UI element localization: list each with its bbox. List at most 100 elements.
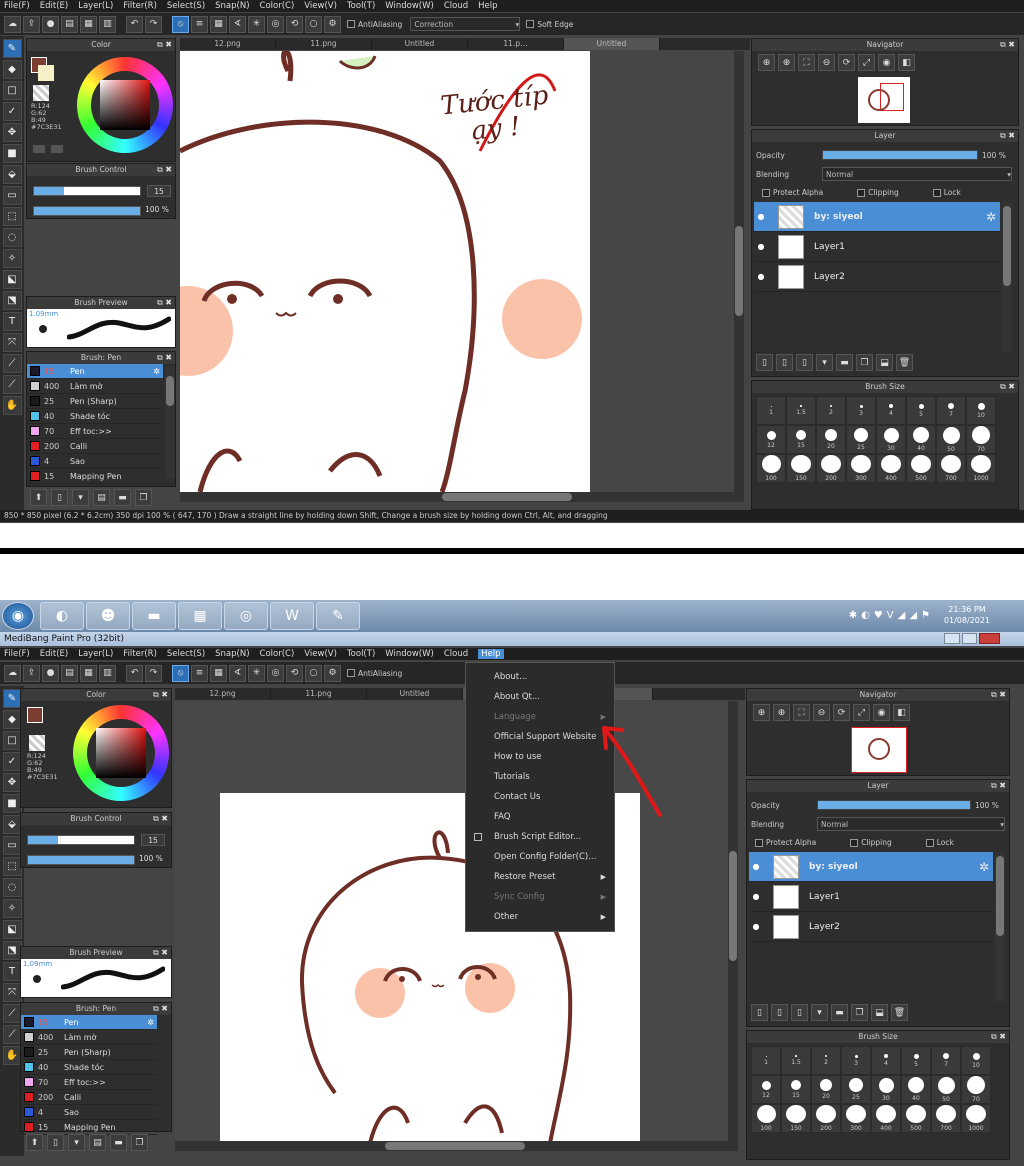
close-icon[interactable]: ⧉ ✖ — [153, 813, 168, 825]
snap-circle-icon[interactable]: ◎ — [267, 15, 284, 33]
brush-size-cell[interactable]: 1.5 — [786, 396, 816, 425]
tab-11-p[interactable]: 11.p… — [468, 38, 564, 50]
snap-grid-icon[interactable]: ▦ — [210, 15, 227, 33]
menu-view[interactable]: View(V) — [304, 1, 337, 11]
bucket-tool-icon[interactable]: ⬙ — [2, 165, 22, 184]
comment-icon[interactable]: ● — [42, 15, 59, 33]
game-taskbar-icon[interactable]: ☻ — [86, 602, 130, 630]
lasso-tool-icon[interactable]: ◌ — [2, 228, 22, 247]
brush-size-cell[interactable]: 70 — [961, 1075, 991, 1104]
fit-icon[interactable]: ⛶ — [793, 704, 810, 721]
brush-size-cell[interactable]: 100 — [751, 1104, 781, 1133]
menu-help[interactable]: Help — [478, 649, 504, 659]
snap-circle-icon[interactable]: ◎ — [267, 664, 284, 682]
close-icon[interactable]: ⧉ ✖ — [157, 164, 172, 176]
brush-size-cell[interactable]: 300 — [846, 454, 876, 483]
brush-item[interactable]: 200 Calli — [27, 439, 163, 454]
brush-size-cell[interactable]: 700 — [936, 454, 966, 483]
flip-icon[interactable]: ⤢ — [853, 704, 870, 721]
brush-size-cell[interactable]: 70 — [966, 425, 996, 454]
rotate-icon[interactable]: ⟳ — [838, 54, 855, 71]
medibang-taskbar-icon[interactable]: ◐ — [40, 602, 84, 630]
split-icon[interactable]: ▥ — [99, 664, 116, 682]
brush-size-cell[interactable]: 300 — [841, 1104, 871, 1133]
brush-size-cell[interactable]: 5 — [906, 396, 936, 425]
brush-size-cell[interactable]: 3 — [841, 1046, 871, 1075]
menu-color[interactable]: Color(C) — [260, 1, 295, 11]
close-icon[interactable]: ⧉ ✖ — [1000, 381, 1015, 393]
layer-item[interactable]: ● Layer1 — [754, 232, 1000, 262]
canvas-vertical-scrollbar[interactable] — [734, 51, 744, 492]
snap-off-icon[interactable]: ⦸ — [172, 15, 189, 33]
snap-radial-icon[interactable]: ✳ — [248, 15, 265, 33]
snap-parallel-icon[interactable]: ≡ — [191, 664, 208, 682]
brush-item[interactable]: 40 Shade tóc — [21, 1060, 157, 1075]
layer-item[interactable]: ● Layer2 — [749, 912, 993, 942]
brush-opacity-slider[interactable] — [33, 206, 141, 216]
gear-icon[interactable]: ✲ — [979, 860, 989, 874]
brush-size-cell[interactable]: 4 — [871, 1046, 901, 1075]
cloud-icon[interactable]: ☁ — [4, 15, 21, 33]
brush-item[interactable]: 4 Sao — [27, 454, 163, 469]
brush-size-cell[interactable]: 30 — [871, 1075, 901, 1104]
brush-item[interactable]: 400 Làm mờ — [27, 379, 163, 394]
brush-size-slider[interactable] — [27, 835, 135, 845]
hand-tool-icon[interactable]: ✋ — [2, 396, 22, 415]
gear-icon[interactable]: ✲ — [153, 367, 160, 376]
menu-file[interactable]: File(F) — [4, 649, 30, 659]
menu-item-open-config-folder[interactable]: Open Config Folder(C)... — [466, 847, 614, 867]
zoom-in-icon[interactable]: ⊕ — [773, 704, 790, 721]
tab-untitled-active[interactable]: Untitled — [564, 38, 660, 50]
menu-snap[interactable]: Snap(N) — [215, 1, 249, 11]
close-icon[interactable]: ⧉ ✖ — [157, 297, 172, 309]
eyedropper-icon[interactable]: ⟋ — [2, 375, 22, 394]
brush-list-scrollbar[interactable] — [165, 366, 175, 478]
folder-icon[interactable]: ▬ — [110, 1134, 127, 1151]
gear-icon[interactable]: ✲ — [986, 210, 996, 224]
move-tool-icon[interactable]: ✥ — [2, 773, 22, 792]
brush-size-cell[interactable]: 5 — [901, 1046, 931, 1075]
brush-size-cell[interactable]: 7 — [931, 1046, 961, 1075]
brush-size-cell[interactable]: 15 — [781, 1075, 811, 1104]
mirror-icon[interactable]: ◧ — [893, 704, 910, 721]
brush-size-cell[interactable]: 3 — [846, 396, 876, 425]
menu-file[interactable]: File(F) — [4, 1, 30, 11]
layer-folder-icon[interactable]: ▬ — [836, 354, 853, 371]
canvas-horizontal-scrollbar[interactable] — [175, 1141, 738, 1151]
menu-filter[interactable]: Filter(R) — [123, 649, 157, 659]
canvas-vertical-scrollbar[interactable] — [728, 701, 738, 1141]
brush-item[interactable]: 15 Pen ✲ — [21, 1015, 157, 1030]
rotate-icon[interactable]: ⟳ — [833, 704, 850, 721]
lock-checkbox[interactable]: Lock — [932, 188, 961, 197]
close-window-button[interactable] — [979, 633, 1000, 644]
snap-grid-icon[interactable]: ▦ — [210, 664, 227, 682]
close-icon[interactable]: ⧉ ✖ — [1000, 39, 1015, 51]
move-tool-icon[interactable]: ✥ — [2, 123, 22, 142]
export-icon[interactable]: ⇪ — [23, 664, 40, 682]
menu-item-about-qt[interactable]: About Qt... — [466, 687, 614, 707]
brush-size-cell[interactable]: 40 — [906, 425, 936, 454]
menu-item-brush-script-editor[interactable]: Brush Script Editor... — [466, 827, 614, 847]
color-wheel[interactable] — [77, 57, 173, 153]
brush-size-cell[interactable]: 50 — [931, 1075, 961, 1104]
snap-curve-icon[interactable]: ⟲ — [286, 15, 303, 33]
new-8bit-layer-icon[interactable]: ▯ — [791, 1004, 808, 1021]
layer-scrollbar[interactable] — [1002, 202, 1012, 352]
hand-tool-icon[interactable]: ✋ — [2, 1046, 22, 1065]
brush-size-value[interactable]: 15 — [141, 834, 165, 846]
system-tray-icons[interactable]: ✱◐♥V◢◢⚑ — [849, 610, 934, 621]
brush-item[interactable]: 40 Shade tóc — [27, 409, 163, 424]
menu-filter[interactable]: Filter(R) — [123, 1, 157, 11]
text-tool-icon[interactable]: T — [2, 312, 22, 331]
brush-size-cell[interactable]: 12 — [751, 1075, 781, 1104]
close-icon[interactable]: ⧉ ✖ — [153, 947, 168, 959]
foreground-color-swatch[interactable] — [27, 707, 43, 723]
lock-checkbox[interactable]: Lock — [925, 838, 954, 847]
clock[interactable]: 21:36 PM 01/08/2021 — [944, 604, 990, 626]
flip-icon[interactable]: ⤢ — [858, 54, 875, 71]
brush-size-cell[interactable]: 1000 — [961, 1104, 991, 1133]
navigator-thumbnail[interactable] — [858, 77, 910, 123]
duplicate-layer-icon[interactable]: ❐ — [856, 354, 873, 371]
navigator-thumbnail[interactable] — [851, 727, 907, 773]
gradient-tool-icon[interactable]: ▭ — [2, 186, 22, 205]
